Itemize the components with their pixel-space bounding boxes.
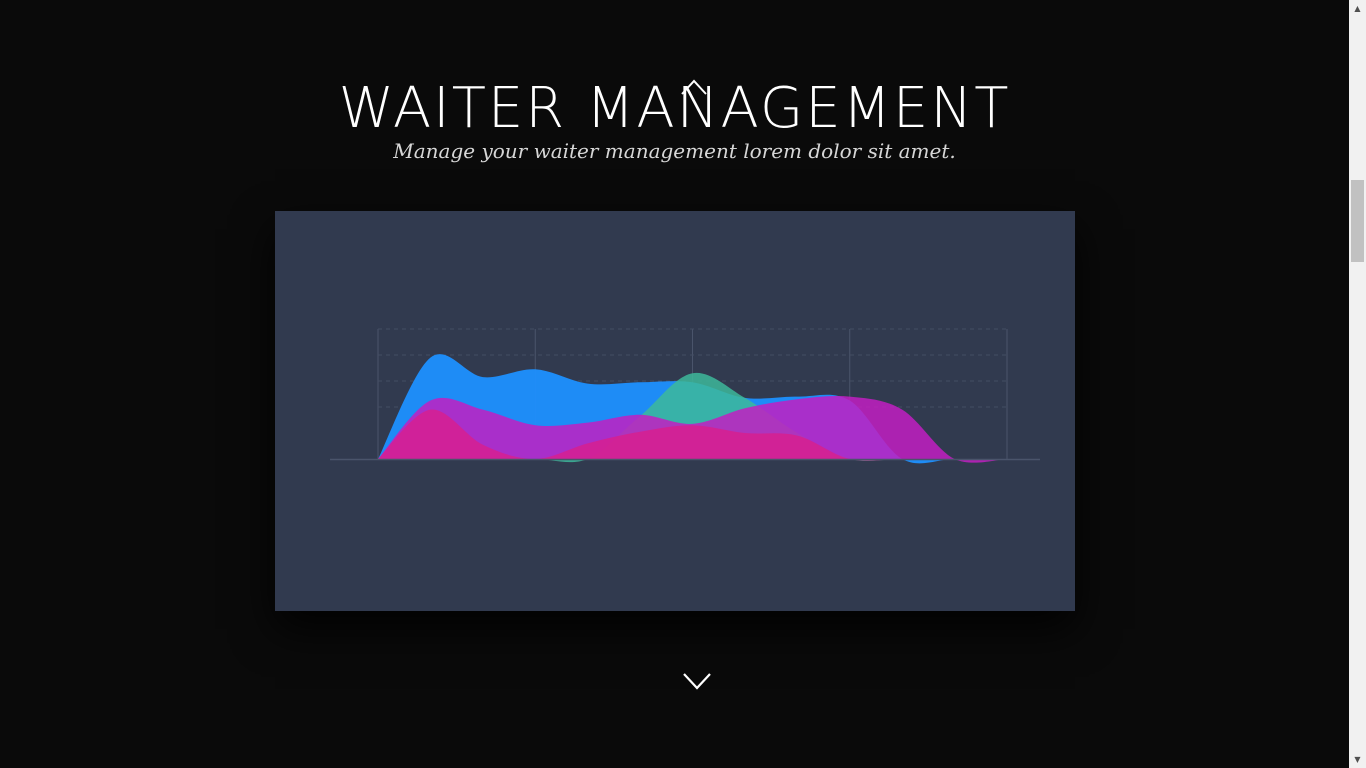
- page-subtitle: Manage your waiter management lorem dolo…: [393, 139, 956, 163]
- chevron-down-icon[interactable]: [682, 670, 712, 692]
- scrollbar-down-arrow[interactable]: ▼: [1349, 751, 1366, 768]
- scrollbar-up-arrow[interactable]: ▲: [1349, 0, 1366, 17]
- area-chart: [330, 328, 1040, 464]
- page-title: WAITER MANAGEMENT: [338, 76, 1011, 141]
- scrollbar-thumb[interactable]: [1351, 180, 1364, 262]
- vertical-scrollbar[interactable]: ▲ ▼: [1349, 0, 1366, 768]
- chart-panel: [275, 211, 1075, 611]
- page: WAITER MANAGEMENT Manage your waiter man…: [0, 0, 1349, 768]
